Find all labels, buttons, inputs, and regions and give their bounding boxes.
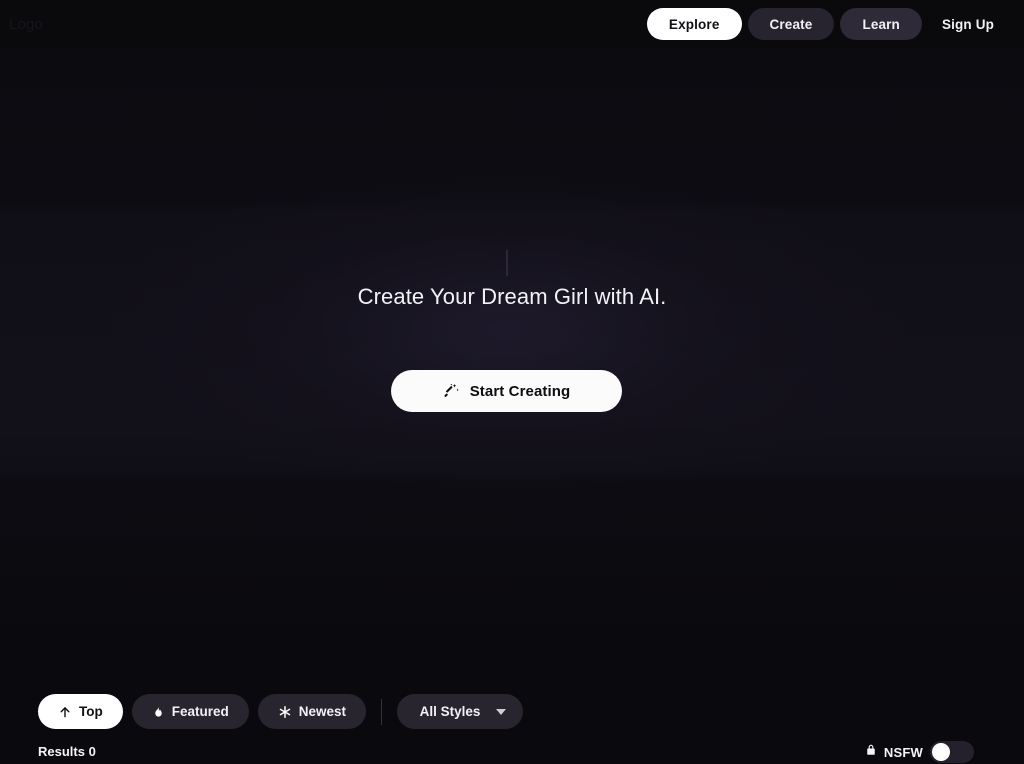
filter-chip-newest-label: Newest bbox=[298, 704, 347, 719]
lock-icon bbox=[865, 743, 877, 762]
filter-chip-top-label: Top bbox=[79, 704, 103, 719]
sign-up-label: Sign Up bbox=[941, 16, 994, 32]
start-creating-button[interactable]: Start Creating bbox=[391, 370, 622, 412]
sparkle-icon bbox=[278, 705, 292, 719]
filter-bar: Top Featured Newest All Styles bbox=[38, 694, 524, 729]
nav-item-explore-label: Explore bbox=[668, 16, 720, 32]
chevron-down-icon bbox=[496, 708, 507, 715]
filter-chip-featured[interactable]: Featured bbox=[131, 694, 249, 729]
nav-item-create-label: Create bbox=[769, 16, 813, 32]
nav-item-explore[interactable]: Explore bbox=[646, 8, 742, 40]
magic-wand-icon bbox=[443, 383, 460, 400]
site-logo[interactable]: Logo bbox=[9, 16, 43, 33]
filter-chip-featured-label: Featured bbox=[171, 704, 229, 719]
sign-up-button[interactable]: Sign Up bbox=[928, 8, 1008, 40]
nav-links: Explore Create Learn Sign Up bbox=[646, 8, 1008, 40]
nsfw-label: NSFW bbox=[883, 744, 923, 760]
nav-item-learn-label: Learn bbox=[862, 16, 900, 32]
text-cursor-indicator bbox=[506, 250, 508, 276]
page-title: Create Your Dream Girl with AI. bbox=[357, 284, 667, 309]
page-background: Logo Explore Create Learn Sign Up Create… bbox=[0, 0, 1024, 764]
nsfw-toggle-group: NSFW bbox=[865, 741, 974, 763]
arrow-up-icon bbox=[58, 705, 72, 719]
hero-section: Create Your Dream Girl with AI. Start Cr… bbox=[0, 48, 1024, 668]
top-navigation-bar: Logo Explore Create Learn Sign Up bbox=[0, 0, 1024, 48]
filter-chip-newest[interactable]: Newest bbox=[257, 694, 367, 729]
style-filter-dropdown[interactable]: All Styles bbox=[397, 694, 524, 729]
filter-divider bbox=[381, 698, 383, 725]
nsfw-switch[interactable] bbox=[930, 741, 974, 763]
flame-icon bbox=[152, 705, 165, 719]
results-count: Results 0 bbox=[38, 744, 96, 759]
nav-item-learn[interactable]: Learn bbox=[840, 8, 922, 40]
filter-chip-top[interactable]: Top bbox=[38, 694, 123, 729]
nav-item-create[interactable]: Create bbox=[747, 8, 835, 40]
style-filter-value: All Styles bbox=[419, 704, 481, 719]
nsfw-switch-knob bbox=[932, 743, 950, 761]
start-creating-label: Start Creating bbox=[469, 382, 571, 400]
